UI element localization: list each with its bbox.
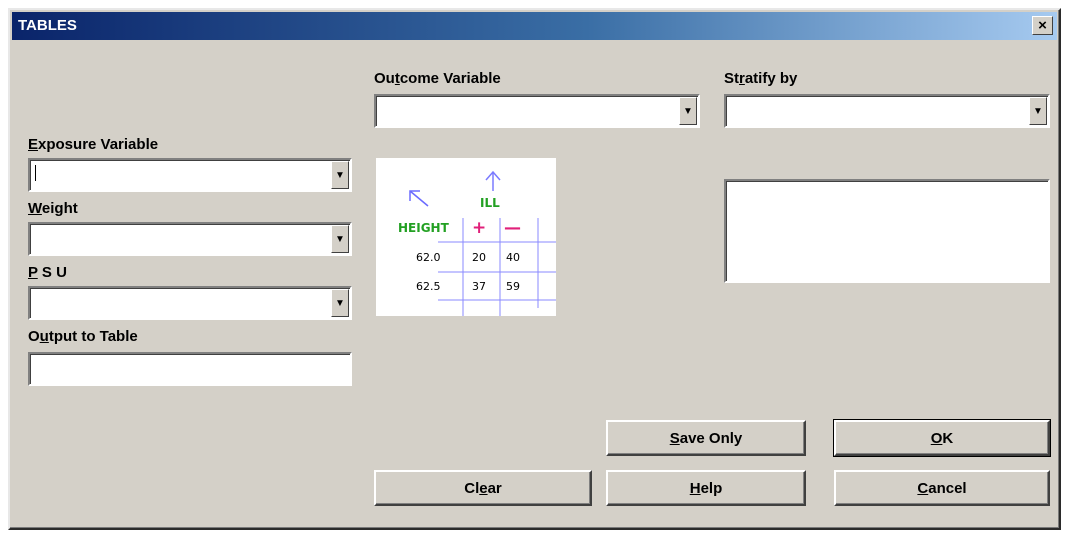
table-illustration: ILL HEIGHT + — 62.0 20 40 62.5 37 59: [376, 158, 556, 316]
diagonal-arrow-icon: [409, 190, 429, 207]
clear-accel: e: [479, 479, 488, 497]
ill-label: ILL: [480, 196, 500, 210]
table-grid: [438, 218, 556, 316]
help-button[interactable]: Help: [606, 470, 806, 506]
output-label-accel: u: [39, 328, 49, 345]
plus-header: +: [472, 218, 487, 238]
row1-height: 62.0: [416, 251, 441, 264]
chevron-down-icon[interactable]: ▼: [331, 225, 349, 253]
clear-button[interactable]: Cl e ar: [374, 470, 592, 506]
save-only-accel: S: [669, 429, 680, 447]
weight-dropdown[interactable]: ▼: [28, 222, 352, 256]
stratify-by-label: Stratify by: [724, 70, 797, 87]
output-label-pre: O: [28, 328, 40, 345]
weight-label: Weight: [28, 200, 78, 217]
ok-accel: O: [930, 429, 943, 447]
chevron-down-icon[interactable]: ▼: [679, 97, 697, 125]
chevron-down-icon[interactable]: ▼: [331, 161, 349, 189]
outcome-label-pre: Ou: [374, 70, 395, 87]
stratify-label-pre: St: [724, 70, 739, 87]
cancel-label: ancel: [928, 479, 967, 497]
chevron-down-icon[interactable]: ▼: [331, 289, 349, 317]
psu-dropdown[interactable]: ▼: [28, 286, 352, 320]
stratify-by-dropdown[interactable]: ▼: [724, 94, 1050, 128]
exposure-variable-dropdown[interactable]: ▼: [28, 158, 352, 192]
exposure-variable-label: Exposure Variable: [28, 136, 158, 153]
exposure-label-accel: E: [28, 136, 39, 153]
stratify-label-post: atify by: [744, 70, 798, 87]
close-icon: ×: [1038, 17, 1047, 34]
weight-label-accel: W: [28, 200, 42, 217]
text-cursor: [35, 165, 36, 181]
minus-header: —: [504, 218, 521, 238]
help-label: elp: [700, 479, 723, 497]
output-to-table-input[interactable]: [28, 352, 352, 386]
clear-label: ar: [487, 479, 502, 497]
save-only-label: ave Only: [679, 429, 743, 447]
chevron-down-icon[interactable]: ▼: [1029, 97, 1047, 125]
row1-plus: 20: [472, 251, 486, 264]
row1-minus: 40: [506, 251, 520, 264]
title-bar[interactable]: TABLES ×: [12, 12, 1057, 40]
psu-label-accel: P: [28, 264, 38, 281]
outcome-variable-label: Outcome Variable: [374, 70, 501, 87]
clear-label-pre: Cl: [464, 479, 480, 497]
psu-label-post: S U: [37, 264, 67, 281]
window-title: TABLES: [18, 17, 77, 34]
row2-plus: 37: [472, 280, 486, 293]
outcome-variable-dropdown[interactable]: ▼: [374, 94, 700, 128]
save-only-button[interactable]: Save Only: [606, 420, 806, 456]
cancel-accel: C: [917, 479, 929, 497]
psu-label: P S U: [28, 264, 67, 281]
outcome-label-post: come Variable: [399, 70, 501, 87]
stratify-list[interactable]: [724, 179, 1050, 283]
ok-label: K: [942, 429, 954, 447]
weight-label-post: eight: [41, 200, 78, 217]
help-accel: H: [689, 479, 701, 497]
up-arrow-icon: [485, 170, 501, 191]
output-to-table-label: Output to Table: [28, 328, 138, 345]
height-header: HEIGHT: [398, 221, 449, 235]
close-button[interactable]: ×: [1032, 16, 1053, 35]
illustration-graphic: [409, 170, 556, 316]
output-label-post: tput to Table: [48, 328, 138, 345]
exposure-label-post: xposure Variable: [38, 136, 159, 153]
ok-button[interactable]: OK: [833, 419, 1051, 457]
tables-dialog: TABLES × Outcome Variable ▼ Stratify by …: [8, 8, 1061, 530]
row2-minus: 59: [506, 280, 520, 293]
row2-height: 62.5: [416, 280, 441, 293]
cancel-button[interactable]: Cancel: [834, 470, 1050, 506]
